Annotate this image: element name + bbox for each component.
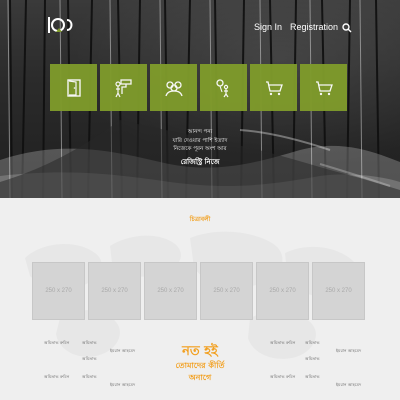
center-cta-line-3: অনাগে [188,373,212,382]
tile-balloon[interactable] [200,64,247,111]
tile-group[interactable] [150,64,197,111]
gallery-image-label: 250 x 270 [269,288,296,294]
tile-cart-2[interactable] [300,64,347,111]
member-left-6: অমিতাভ [82,374,97,379]
center-cta: নত হই তোমাদের কীর্তি অনাগে [150,344,250,384]
hero-banner: Sign In Registration আনন্দ পন্য যারি দেও… [0,0,400,198]
people-group-icon [164,80,183,96]
hero-cta[interactable]: রেজিস্ট্রি নিজে [140,157,260,167]
gallery-image-2[interactable]: 250 x 270 [88,262,141,320]
balloon-person-icon [215,78,228,97]
cart-icon [315,80,333,95]
member-right-4: অমিতাভ [305,356,320,361]
hero-line-3: নিজেকে পূরন অংশ আর [173,146,227,152]
center-cta-line-2: তোমাদের কীর্তি [175,361,225,370]
member-right-2: অমিতাভ [305,340,320,345]
member-right-3: ইমরান আহমেদ [336,348,362,353]
search-icon[interactable] [342,23,352,33]
gallery-image-1[interactable]: 250 x 270 [32,262,85,320]
service-tiles [50,64,350,111]
member-left-1: অমিতাভ রুমিন [44,340,70,345]
gallery-image-label: 250 x 270 [213,288,240,294]
paint-roller-person-icon [114,78,132,97]
member-left-7: ইমরান আহমেদ [110,382,136,387]
tile-paint[interactable] [100,64,147,111]
gallery-image-5[interactable]: 250 x 270 [256,262,309,320]
member-right-7: ইমরান আহমেদ [336,382,362,387]
tile-cart-1[interactable] [250,64,297,111]
gallery-image-4[interactable]: 250 x 270 [200,262,253,320]
gallery-title: চিত্রাবলী [189,216,211,223]
gallery-grid: 250 x 270 250 x 270 250 x 270 250 x 270 … [32,262,368,320]
member-right-1: অমিতাভ রুমিন [270,340,296,345]
member-left-2: অমিতাভ [82,340,97,345]
logo[interactable] [46,14,76,36]
gallery-image-label: 250 x 270 [45,288,72,294]
member-right-6: অমিতাভ [305,374,320,379]
gallery-image-label: 250 x 270 [325,288,352,294]
member-left-4: অমিতাভ [82,356,97,361]
hero-line-1: আনন্দ পন্য [187,129,213,135]
gallery-image-label: 250 x 270 [101,288,128,294]
door-icon [66,78,81,97]
gallery-image-label: 250 x 270 [157,288,184,294]
center-cta-title: নত হই [182,344,218,359]
member-left-3: ইমরান আহমেদ [110,348,136,353]
content-section: চিত্রাবলী 250 x 270 250 x 270 250 x 270 … [0,198,400,400]
member-left-5: অমিতাভ রুমিন [44,374,70,379]
registration-link[interactable]: Registration [290,22,338,32]
tile-door[interactable] [50,64,97,111]
sign-in-link[interactable]: Sign In [254,22,282,32]
member-right-5: অমিতাভ রুমিন [270,374,296,379]
cart-icon [265,80,283,95]
hero-line-2: যারি দেওয়ার পাশি ইত্যাদ [172,137,228,144]
top-nav: Sign In Registration [254,22,338,32]
gallery-image-6[interactable]: 250 x 270 [312,262,365,320]
gallery-image-3[interactable]: 250 x 270 [144,262,197,320]
hero-text: আনন্দ পন্য যারি দেওয়ার পাশি ইত্যাদ নিজে… [140,128,260,167]
